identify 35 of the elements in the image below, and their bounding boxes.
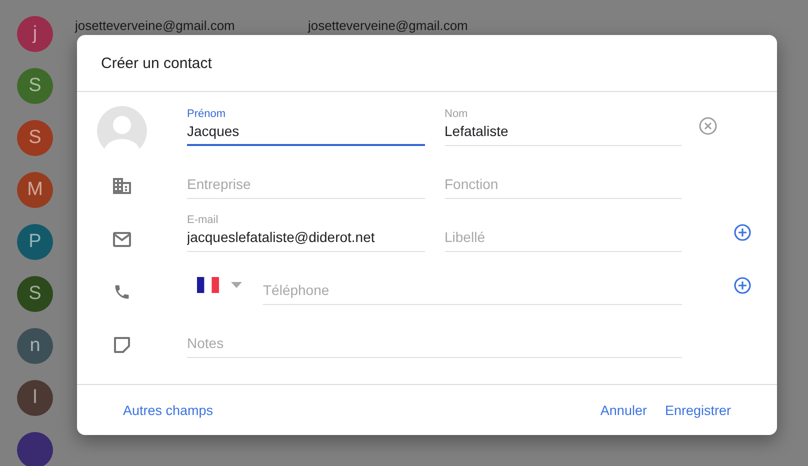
text-field[interactable]: Jacques — [187, 121, 424, 146]
contact-avatar: S — [17, 120, 53, 156]
contact-avatar: n — [17, 328, 53, 364]
add-icon[interactable] — [734, 224, 751, 240]
contact-email: josetteverveine@gmail.com — [75, 18, 235, 32]
contact-avatar: S — [17, 276, 53, 312]
text-field[interactable]: Fonction — [444, 174, 682, 199]
text-field[interactable]: Téléphone — [263, 280, 682, 305]
caret-icon — [231, 282, 242, 288]
mail-icon — [113, 232, 131, 246]
note-icon — [113, 337, 131, 353]
contact-avatar: l — [17, 380, 53, 416]
clear-icon[interactable] — [699, 117, 717, 135]
text-field[interactable]: Lefataliste — [444, 121, 682, 146]
contact-avatar: P — [17, 224, 53, 260]
contact-email: josetteverveine@gmail.com — [308, 18, 468, 32]
text-field[interactable]: Notes — [187, 333, 682, 358]
dialog-button[interactable]: Annuler — [600, 398, 647, 422]
add-icon[interactable] — [734, 276, 751, 294]
field-label: Prénom — [187, 108, 226, 121]
field-label: E-mail — [187, 214, 218, 227]
text-field[interactable]: Entreprise — [187, 174, 424, 199]
contact-avatar: j — [17, 16, 53, 52]
text-field[interactable]: Libellé — [444, 227, 682, 252]
field-label: Nom — [444, 108, 468, 121]
more-fields-button[interactable]: Autres champs — [123, 398, 214, 422]
dialog-title: Créer un contact — [100, 54, 213, 74]
contact-avatar: S — [17, 68, 53, 104]
flag-icon — [197, 277, 219, 293]
building-icon — [113, 178, 131, 194]
phone-icon — [113, 283, 131, 301]
contact-avatar: M — [17, 172, 53, 208]
dialog-button[interactable]: Enregistrer — [664, 398, 731, 422]
text-field[interactable]: jacqueslefataliste@diderot.net — [187, 227, 424, 252]
avatar-icon — [97, 106, 147, 156]
